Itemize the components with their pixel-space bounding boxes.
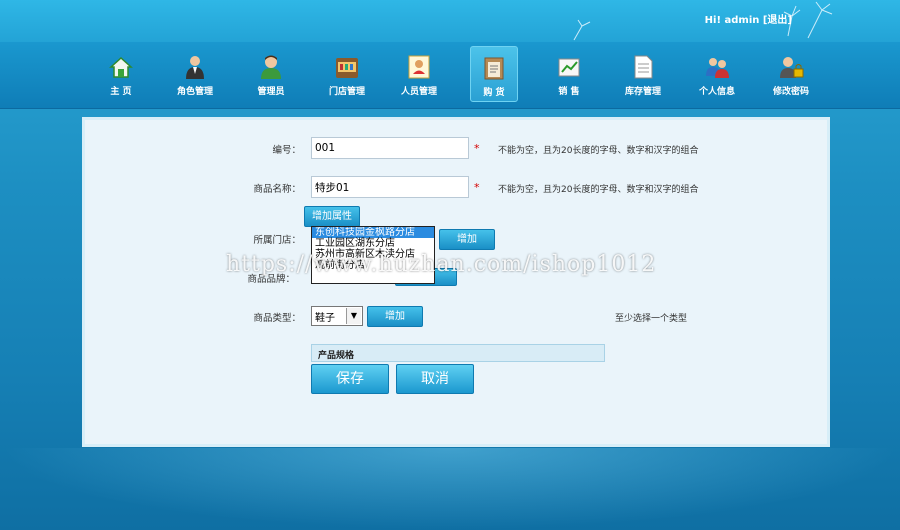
sales-icon [558, 58, 580, 77]
spec-section-title: 产品规格 [311, 344, 605, 362]
type-label: 商品类型： [253, 313, 301, 324]
code-required-mark: * [474, 142, 480, 155]
main-nav: 主 页 角色管理 管理员 门店管理 人员管理 购 货 销 售 库存管理 个人信息… [0, 42, 900, 109]
nav-admin-label: 管理员 [257, 87, 285, 97]
nav-roles-label: 角色管理 [176, 87, 213, 97]
nav-sales-label: 销 售 [558, 87, 580, 97]
nav-sales[interactable]: 销 售 [534, 46, 604, 104]
nav-roles[interactable]: 角色管理 [160, 46, 230, 104]
greeting-text: Hi! admin [704, 15, 760, 26]
code-hint: 不能为空，且为20长度的字母、数字和汉字的组合 [498, 146, 699, 156]
logout-link[interactable]: [退出] [763, 15, 792, 26]
nav-stores-label: 门店管理 [328, 87, 365, 97]
form-panel: 编号： * 不能为空，且为20长度的字母、数字和汉字的组合 商品名称： * 不能… [82, 117, 830, 447]
nav-admin[interactable]: 管理员 [236, 46, 306, 104]
code-label: 编号： [272, 145, 301, 156]
nav-purchase[interactable]: 购 货 [470, 46, 518, 102]
store-add-button[interactable]: 增加 [439, 229, 495, 250]
admin-icon [261, 55, 281, 79]
store-label: 所属门店： [253, 235, 301, 246]
save-button[interactable]: 保存 [311, 364, 389, 394]
store-option[interactable]: 东创科技园金枫路分店 [312, 227, 434, 238]
role-icon [186, 56, 204, 79]
nav-staff-label: 人员管理 [400, 87, 437, 97]
purchase-icon [484, 57, 504, 80]
name-required-mark: * [474, 181, 480, 194]
type-hint: 至少选择一个类型 [615, 314, 688, 324]
nav-stores[interactable]: 门店管理 [312, 46, 382, 104]
chevron-down-icon: ▼ [346, 308, 361, 324]
watermark-text: https://www.huzhan.com/ishop1012 [226, 252, 657, 277]
type-select[interactable]: 鞋子 ▼ [311, 306, 363, 326]
store-option[interactable]: 工业园区湖东分店 [312, 238, 434, 249]
code-input[interactable] [311, 137, 469, 159]
nav-password[interactable]: 修改密码 [756, 46, 826, 104]
type-add-button[interactable]: 增加 [367, 306, 423, 327]
name-label: 商品名称： [253, 184, 301, 195]
name-hint: 不能为空，且为20长度的字母、数字和汉字的组合 [498, 185, 699, 195]
profile-icon [706, 58, 729, 78]
add-attribute-button[interactable]: 增加属性 [304, 206, 360, 227]
home-icon [109, 56, 133, 78]
staff-icon [408, 55, 430, 79]
nav-password-label: 修改密码 [772, 87, 809, 97]
top-bar: Hi! admin [退出] [0, 0, 900, 42]
nav-profile-label: 个人信息 [698, 87, 735, 97]
nav-staff[interactable]: 人员管理 [384, 46, 454, 104]
inventory-icon [634, 55, 653, 79]
product-name-input[interactable] [311, 176, 469, 198]
nav-home[interactable]: 主 页 [86, 46, 156, 104]
store-icon [336, 58, 358, 78]
nav-purchase-label: 购 货 [483, 88, 505, 98]
user-info: Hi! admin [退出] [705, 11, 792, 26]
cancel-button[interactable]: 取消 [396, 364, 474, 394]
nav-inventory-label: 库存管理 [624, 87, 661, 97]
background-glow [0, 448, 900, 530]
password-icon [780, 57, 804, 78]
nav-profile[interactable]: 个人信息 [682, 46, 752, 104]
nav-inventory[interactable]: 库存管理 [608, 46, 678, 104]
nav-home-label: 主 页 [110, 87, 132, 97]
type-selected-value: 鞋子 [315, 313, 335, 324]
